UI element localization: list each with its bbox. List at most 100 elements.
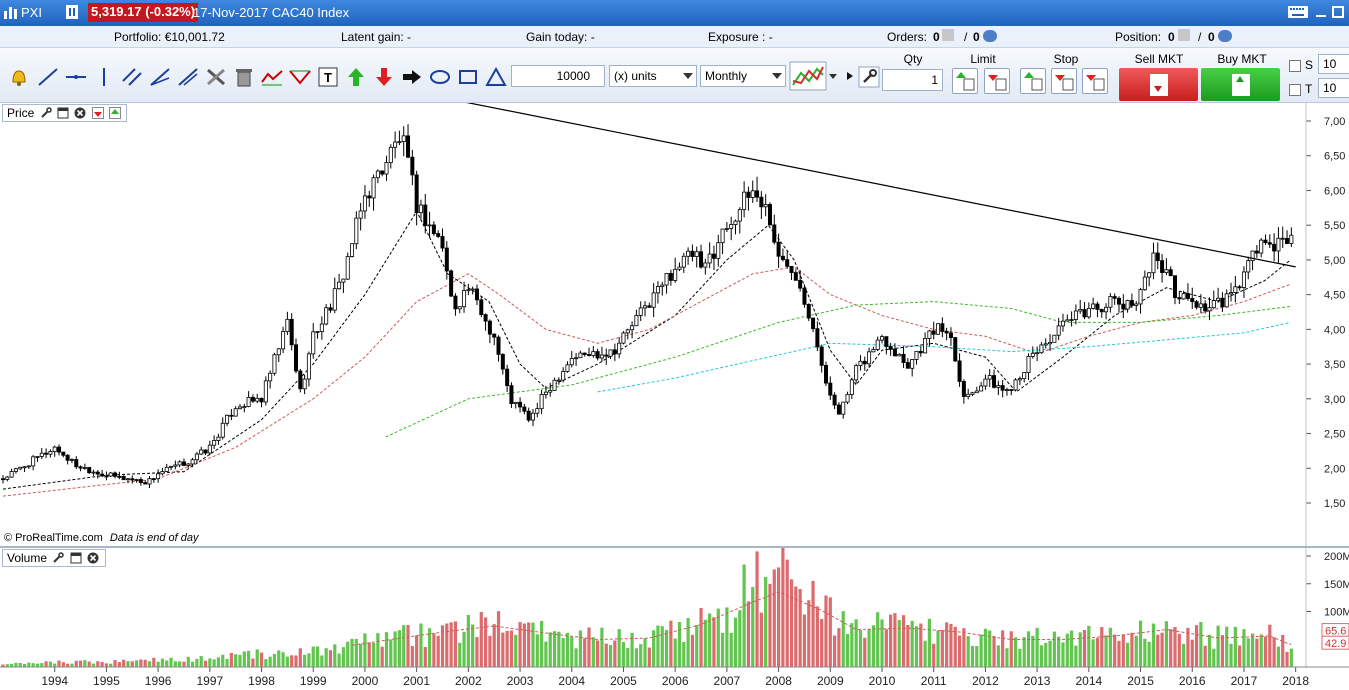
stop-sell-button[interactable] [1051,68,1077,94]
volume-bar [402,625,406,667]
text-icon[interactable]: T [316,66,340,88]
volume-chart[interactable]: 200M150M100M65.642.9 1994 1995 1996 1997 199… [0,548,1349,690]
down-arrow-icon[interactable] [372,66,396,88]
window-icon[interactable] [57,107,69,119]
limit-buy-button[interactable] [952,68,978,94]
move-up-icon[interactable] [109,107,122,119]
s-checkbox[interactable] [1289,60,1301,72]
volume-bar [1220,635,1225,667]
stop-trailing-button[interactable] [1082,68,1108,94]
candle-down [406,135,411,158]
candle-up [1241,271,1246,288]
volume-tick-label: 100M [1324,607,1349,619]
orders-close-icon[interactable] [942,29,954,41]
x-tick-label: 1997 [196,674,223,688]
parallel-lines-icon[interactable] [120,66,144,88]
line-draw-icon[interactable] [36,66,60,88]
move-down-icon[interactable] [91,107,104,119]
tools-icon[interactable] [204,66,228,88]
rectangle-icon[interactable] [456,66,480,88]
up-arrow-icon[interactable] [344,66,368,88]
volume-bar [337,653,341,667]
vertical-line-icon[interactable] [92,66,116,88]
minimize-icon[interactable] [1313,4,1329,20]
window-icon[interactable] [70,552,82,564]
chart-type-icon[interactable] [789,61,841,91]
stop-buy-button[interactable] [1020,68,1046,94]
candle-down [1082,309,1087,318]
candle-down [44,452,49,455]
candle-up [634,315,639,327]
volume-bar [113,660,117,667]
volume-bar [229,652,233,667]
candle-down [100,473,105,477]
candle-up [457,306,462,310]
candle-up [966,393,971,397]
volume-bar [333,644,337,667]
alarm-icon[interactable] [7,66,31,88]
right-arrow-icon[interactable] [400,66,424,88]
candle-up [1246,260,1251,273]
volume-bar [970,646,975,667]
candle-down [836,404,841,415]
limit-sell-button[interactable] [984,68,1010,94]
volume-bar [462,631,466,667]
orders-count-a: 0 [933,30,940,44]
triangle-icon[interactable] [484,66,508,88]
candle-down [1185,293,1190,299]
volume-bar [600,627,604,667]
ellipse-icon[interactable] [428,66,452,88]
volume-bar [234,654,238,667]
orders-gear-icon[interactable] [983,30,997,42]
volume-bar [570,636,574,667]
close-icon[interactable] [87,552,99,564]
position-close-icon[interactable] [1178,29,1190,41]
s-input[interactable]: 10 [1318,54,1349,74]
maximize-icon[interactable] [1330,4,1346,20]
fan-lines-icon[interactable] [148,66,172,88]
period-select[interactable]: Monthly [700,65,786,87]
volume-bar [945,622,949,667]
volume-bar [1134,635,1138,667]
x-tick-label: 2003 [507,674,534,688]
quantity-stepper[interactable]: 10000 [511,65,605,87]
candle-up [1125,300,1130,310]
volume-bar [1009,631,1013,667]
candle-down [449,270,454,297]
volume-bar [535,634,539,667]
fibonacci-icon[interactable] [176,66,200,88]
candle-up [561,371,566,381]
candle-up [1091,303,1096,309]
volume-bar [652,630,656,667]
candle-up [530,412,535,421]
candle-up [393,141,398,148]
volume-bar [858,630,863,667]
wrench-icon[interactable] [858,66,880,88]
keyboard-icon[interactable] [1287,4,1309,20]
candle-up [134,479,139,481]
horizontal-line-icon[interactable] [64,66,88,88]
wrench-icon[interactable] [40,107,52,119]
buy-mkt-button[interactable] [1201,68,1280,101]
t-input[interactable]: 10 [1318,78,1349,98]
trash-icon[interactable] [232,66,256,88]
close-icon[interactable] [74,107,86,119]
expand-arrow-icon[interactable] [845,71,855,81]
zigzag-icon[interactable] [288,66,312,88]
volume-bar [1216,625,1220,667]
volume-bar [346,641,350,667]
position-gear-icon[interactable] [1218,30,1232,42]
qty-input[interactable]: 1 [882,69,943,91]
candle-up [1142,276,1147,291]
candle-down [892,348,897,357]
wrench-icon[interactable] [52,552,65,564]
x-tick-label: 2008 [765,674,792,688]
indicator-icon[interactable] [260,66,284,88]
sell-mkt-button[interactable] [1119,68,1198,101]
candle-up [35,456,40,458]
t-checkbox[interactable] [1289,84,1301,96]
price-chart[interactable]: 7,00 6,50 6,00 5,50 5,00 4,50 4,00 3,50 3,00 2,50… [0,103,1349,546]
volume-bar [466,614,470,667]
units-select[interactable]: (x) units [609,65,697,87]
menu-icon[interactable] [64,3,80,21]
